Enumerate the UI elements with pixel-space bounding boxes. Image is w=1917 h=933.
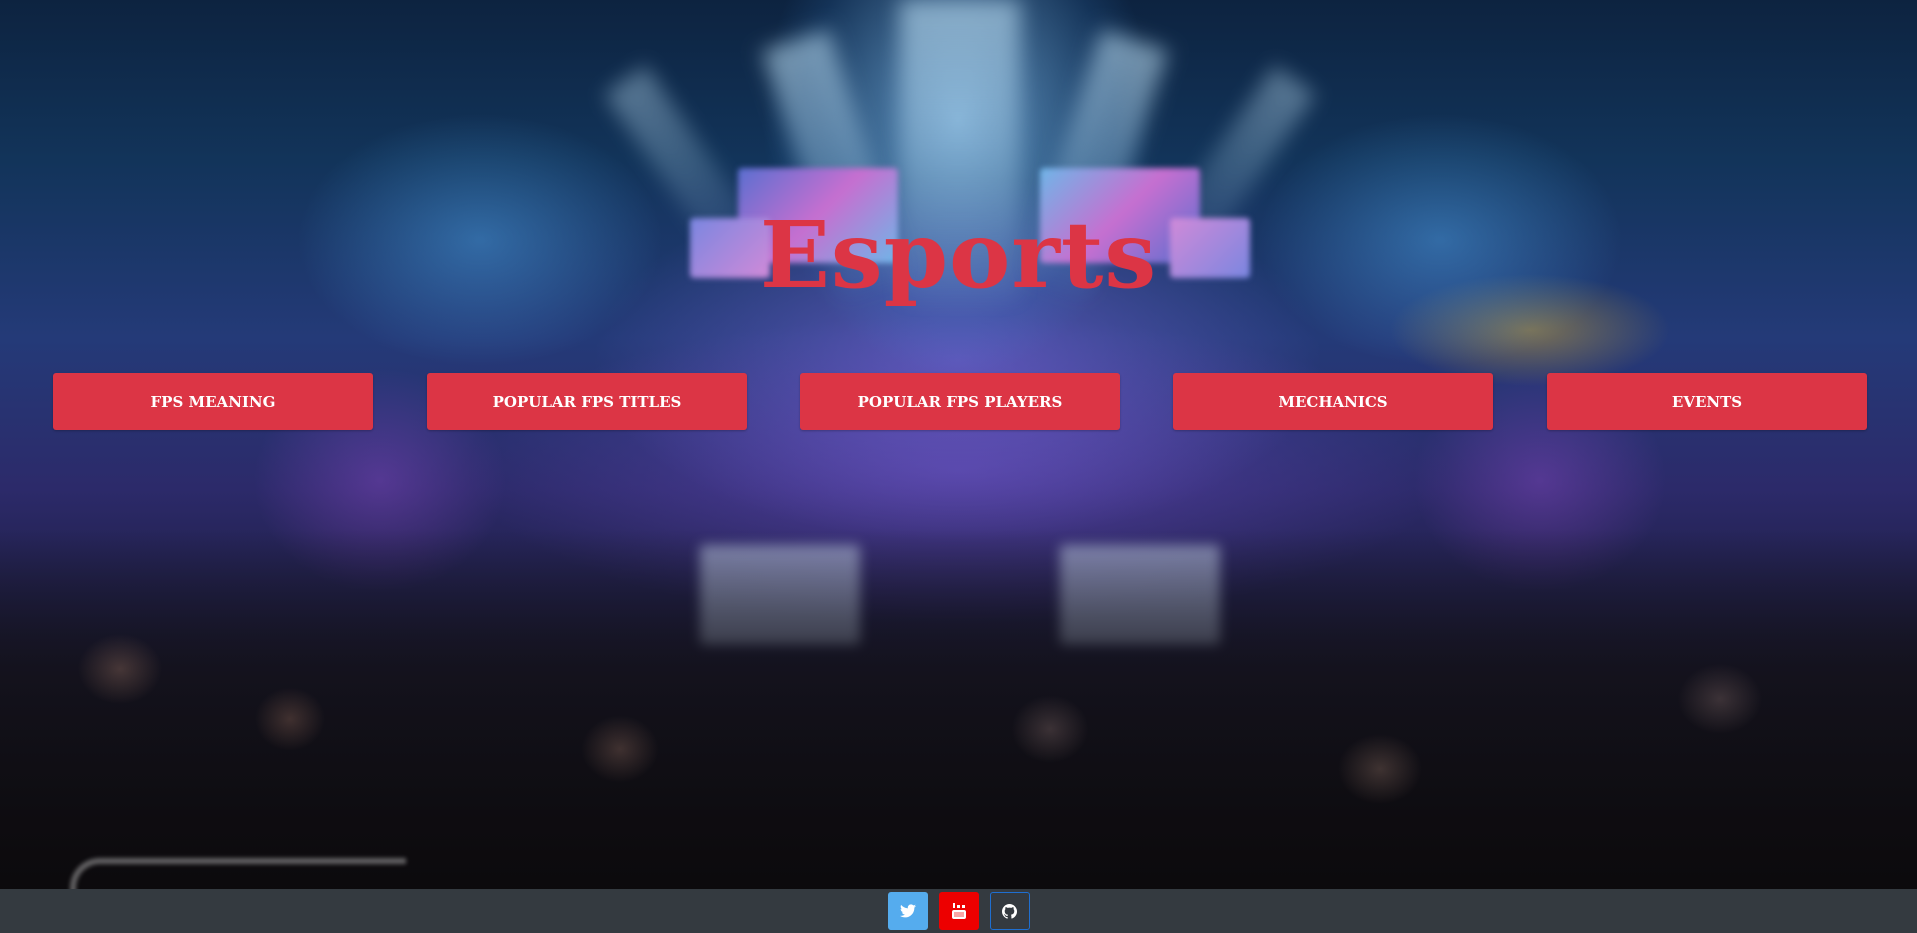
main-nav: FPS MEANING POPULAR FPS TITLES POPULAR F… xyxy=(53,373,1867,430)
nav-button-popular-fps-players[interactable]: POPULAR FPS PLAYERS xyxy=(800,373,1120,430)
nav-button-popular-fps-titles[interactable]: POPULAR FPS TITLES xyxy=(427,373,747,430)
youtube-icon xyxy=(951,903,966,919)
nav-button-fps-meaning[interactable]: FPS MEANING xyxy=(53,373,373,430)
page-title: Esports xyxy=(759,201,1158,309)
footer xyxy=(0,889,1917,933)
twitter-button[interactable] xyxy=(887,892,928,930)
twitter-icon xyxy=(899,904,916,918)
youtube-button[interactable] xyxy=(938,892,979,930)
github-button[interactable] xyxy=(989,892,1030,930)
github-icon xyxy=(1002,903,1017,919)
nav-button-events[interactable]: EVENTS xyxy=(1547,373,1867,430)
page: Esports FPS MEANING POPULAR FPS TITLES P… xyxy=(0,0,1917,933)
nav-button-mechanics[interactable]: MECHANICS xyxy=(1173,373,1493,430)
arena-background-image xyxy=(0,0,1917,889)
